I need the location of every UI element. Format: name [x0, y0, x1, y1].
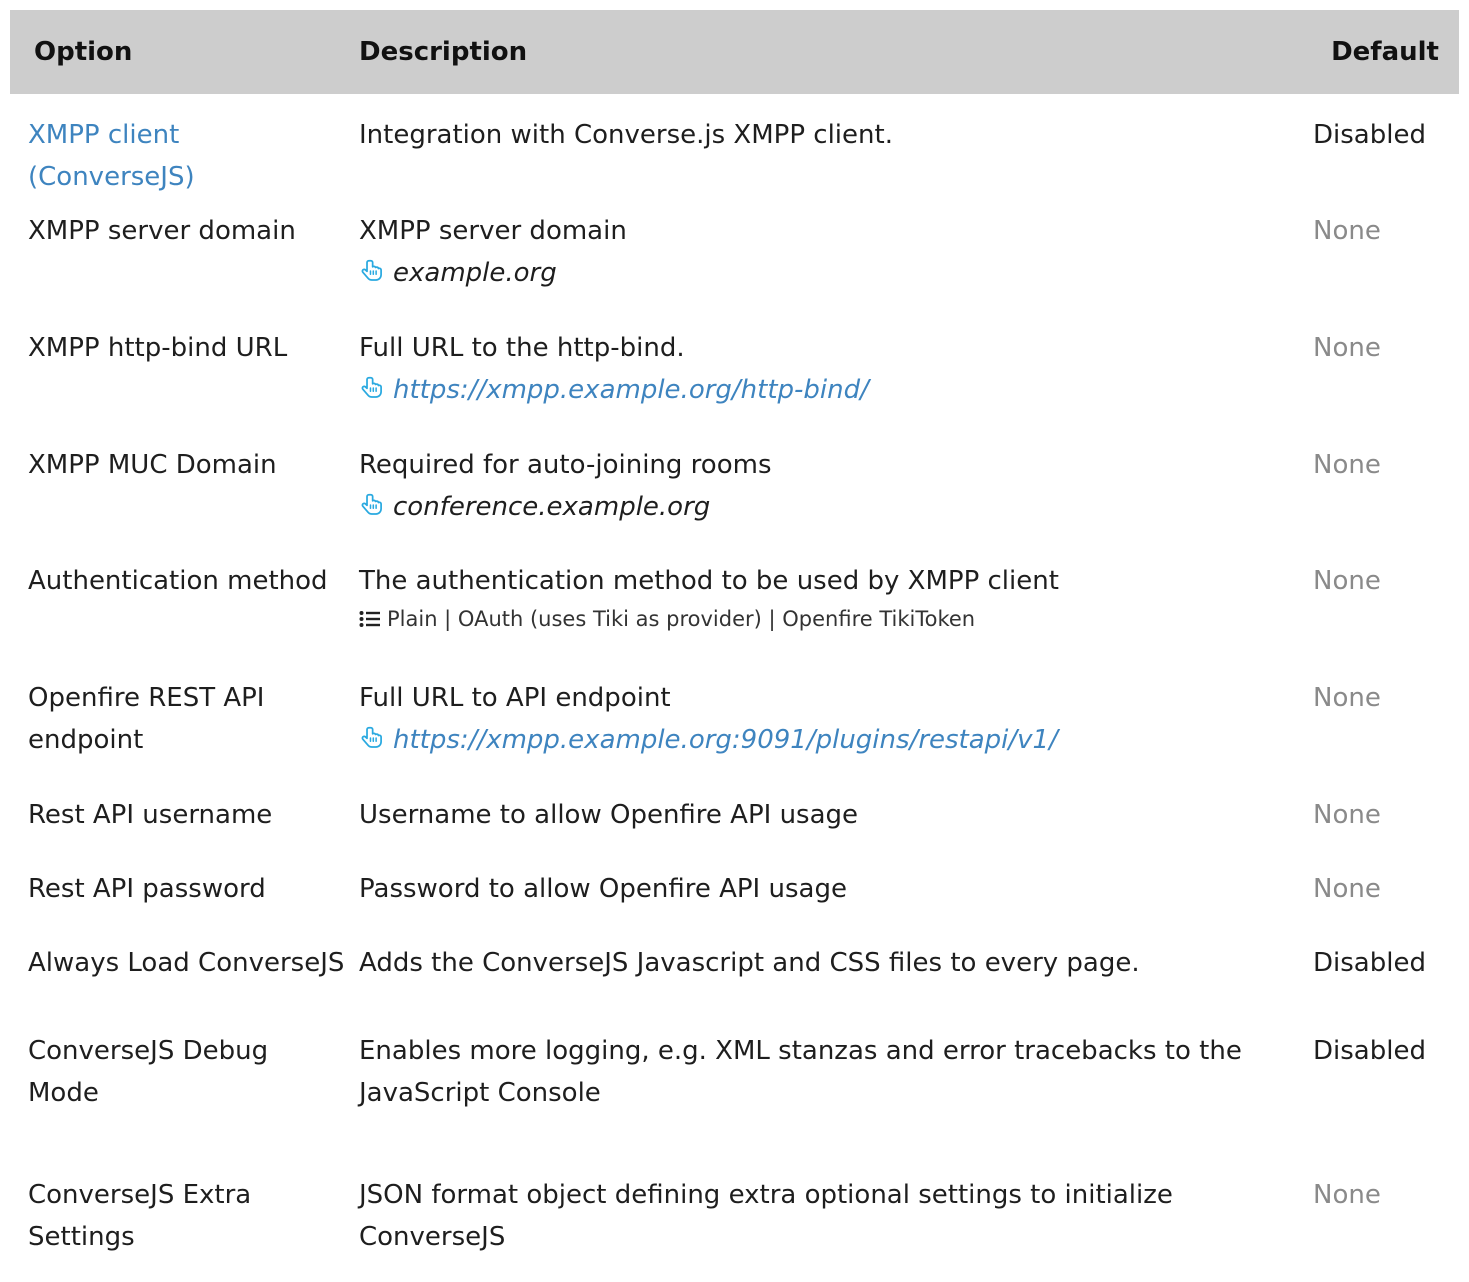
header-default: Default — [1331, 37, 1439, 67]
row-example: example.org — [359, 252, 1299, 294]
row-default: None — [1313, 333, 1381, 363]
table-row: Openfire REST API endpoint Full URL to A… — [10, 677, 1459, 794]
preferences-table: Option Description Default XMPP client (… — [10, 10, 1459, 1258]
row-description: Username to allow Openfire API usage — [359, 800, 859, 830]
row-options: Plain | OAuth (uses Tiki as provider) | … — [359, 602, 1299, 636]
pointing-hand-icon — [361, 493, 382, 515]
example-value: example.org — [393, 258, 557, 288]
options-text: Plain | OAuth (uses Tiki as provider) | … — [387, 607, 976, 631]
row-option: Rest API password — [28, 874, 266, 904]
table-row: Authentication method The authentication… — [10, 560, 1459, 677]
pointing-hand-icon — [361, 726, 382, 748]
table-header-row: Option Description Default — [10, 10, 1459, 94]
row-option: ConverseJS Extra Settings — [28, 1180, 252, 1252]
row-description: Full URL to the http-bind. — [359, 333, 685, 363]
row-default: None — [1313, 874, 1381, 904]
pointing-hand-icon — [361, 376, 382, 398]
row-default: None — [1313, 800, 1381, 830]
table-row: XMPP client (ConverseJS) Integration wit… — [10, 94, 1459, 210]
table-row: XMPP http-bind URL Full URL to the http-… — [10, 327, 1459, 444]
table-row: Always Load ConverseJS Adds the Converse… — [10, 942, 1459, 1030]
row-option: XMPP http-bind URL — [28, 333, 288, 363]
row-default: None — [1313, 683, 1381, 713]
table-row: Rest API username Username to allow Open… — [10, 794, 1459, 868]
pointing-hand-icon — [361, 259, 382, 281]
row-option: Authentication method — [28, 566, 328, 596]
row-description: Password to allow Openfire API usage — [359, 874, 847, 904]
table-row: ConverseJS Extra Settings JSON format ob… — [10, 1174, 1459, 1258]
row-description: Integration with Converse.js XMPP client… — [359, 120, 893, 150]
table-row: XMPP MUC Domain Required for auto-joinin… — [10, 444, 1459, 560]
row-description: The authentication method to be used by … — [359, 566, 1059, 596]
row-option: Openfire REST API endpoint — [28, 683, 265, 755]
example-value: conference.example.org — [393, 492, 711, 522]
list-icon — [359, 611, 380, 627]
row-default: Disabled — [1313, 1036, 1426, 1066]
row-example: conference.example.org — [359, 486, 1299, 528]
row-description: Full URL to API endpoint — [359, 683, 671, 713]
preferences-table-container: Option Description Default XMPP client (… — [10, 10, 1459, 1258]
table-row: Rest API password Password to allow Open… — [10, 868, 1459, 942]
row-description: Required for auto-joining rooms — [359, 450, 772, 480]
header-description: Description — [359, 37, 528, 67]
row-description: Adds the ConverseJS Javascript and CSS f… — [359, 948, 1140, 978]
header-option: Option — [34, 37, 133, 67]
row-description: JSON format object defining extra option… — [359, 1180, 1173, 1252]
row-default: None — [1313, 566, 1381, 596]
row-description: XMPP server domain — [359, 216, 627, 246]
row-default: None — [1313, 450, 1381, 480]
row-example: https://xmpp.example.org/http-bind/ — [359, 369, 1299, 411]
row-option: ConverseJS Debug Mode — [28, 1036, 269, 1108]
table-row: XMPP server domain XMPP server domain ex… — [10, 210, 1459, 327]
example-link[interactable]: https://xmpp.example.org:9091/plugins/re… — [393, 725, 1058, 755]
table-row: ConverseJS Debug Mode Enables more loggi… — [10, 1030, 1459, 1174]
row-option: Always Load ConverseJS — [28, 948, 345, 978]
row-default: None — [1313, 216, 1381, 246]
row-option: XMPP MUC Domain — [28, 450, 277, 480]
row-option: Rest API username — [28, 800, 273, 830]
row-description: Enables more logging, e.g. XML stanzas a… — [359, 1036, 1242, 1108]
row-option: XMPP server domain — [28, 216, 296, 246]
option-link-xmpp-client[interactable]: XMPP client (ConverseJS) — [28, 120, 195, 192]
row-default: None — [1313, 1180, 1381, 1210]
row-default: Disabled — [1313, 948, 1426, 978]
row-default: Disabled — [1313, 120, 1426, 150]
example-link[interactable]: https://xmpp.example.org/http-bind/ — [393, 375, 869, 405]
row-example: https://xmpp.example.org:9091/plugins/re… — [359, 719, 1299, 761]
